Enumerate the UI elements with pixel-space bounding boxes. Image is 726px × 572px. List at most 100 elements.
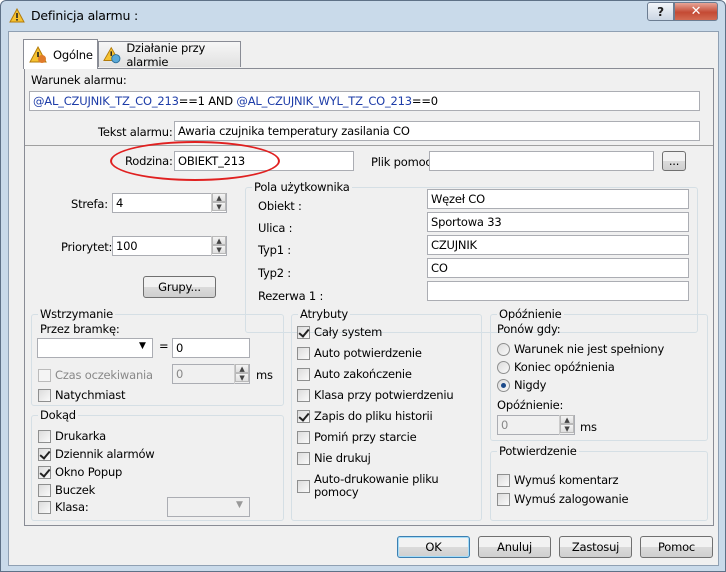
klasa-checkbox[interactable]: Klasa:: [38, 500, 89, 514]
tab-label: Działanie przy alarmie: [126, 40, 206, 69]
alarm-general-icon: [29, 45, 47, 63]
spin-up-icon[interactable]: ▲: [212, 193, 226, 202]
czas-oczekiwania-checkbox[interactable]: Czas oczekiwania: [38, 368, 153, 382]
koniec-opoznienia-radio[interactable]: Koniec opóźnienia: [497, 360, 615, 374]
bramka-value-input[interactable]: 0: [172, 338, 250, 358]
klasa-przy-potwierdzeniu-checkbox[interactable]: Klasa przy potwierdzeniu: [297, 388, 454, 402]
checkbox-label: Pomiń przy starcie: [314, 430, 417, 444]
ponow-label: Ponów gdy:: [497, 322, 561, 336]
ulica-input[interactable]: Sportowa 33: [427, 212, 689, 232]
strefa-spinner[interactable]: ▲ ▼: [211, 193, 226, 213]
spin-down-icon[interactable]: ▼: [235, 373, 249, 382]
spin-down-icon[interactable]: ▼: [212, 202, 226, 211]
checkbox-label: Nie drukuj: [314, 451, 371, 465]
wymus-komentarz-checkbox[interactable]: Wymuś komentarz: [497, 473, 618, 487]
spin-up-icon[interactable]: ▲: [560, 415, 574, 424]
checkbox-box[interactable]: [297, 346, 310, 360]
nie-drukuj-checkbox[interactable]: Nie drukuj: [297, 451, 371, 465]
spin-down-icon[interactable]: ▼: [560, 424, 574, 433]
spin-down-icon[interactable]: ▼: [212, 245, 226, 254]
caly-system-checkbox[interactable]: Cały system: [297, 325, 382, 339]
radio-circle[interactable]: [497, 378, 510, 392]
obiekt-label: Obiekt :: [258, 199, 302, 213]
pomoc-button[interactable]: Pomoc: [640, 536, 713, 558]
strefa-input[interactable]: 4: [112, 193, 227, 213]
spin-up-icon[interactable]: ▲: [235, 364, 249, 373]
buczek-checkbox[interactable]: Buczek: [38, 483, 95, 497]
bramka-select[interactable]: [37, 338, 153, 358]
group-title: Wstrzymanie: [38, 307, 116, 321]
checkbox-box[interactable]: [38, 483, 51, 497]
anuluj-button[interactable]: Anuluj: [478, 536, 551, 558]
warunek-variable: @AL_CZUJNIK_TZ_CO_213: [33, 94, 179, 108]
warunek-input[interactable]: @AL_CZUJNIK_TZ_CO_213==1 AND @AL_CZUJNIK…: [29, 91, 700, 111]
warunek-nie-spelniony-radio[interactable]: Warunek nie jest spełniony: [497, 342, 664, 356]
typ2-input[interactable]: CO: [427, 258, 689, 278]
checkbox-box[interactable]: [297, 479, 310, 493]
checkbox-box[interactable]: [38, 388, 51, 402]
checkbox-box[interactable]: [38, 429, 51, 443]
checkbox-label-line2: pomocy: [314, 485, 359, 499]
auto-zakonczenie-checkbox[interactable]: Auto zakończenie: [297, 367, 412, 381]
chevron-down-icon[interactable]: ▼: [139, 341, 146, 351]
auto-drukowanie-checkbox[interactable]: Auto-drukowanie pliku pomocy: [297, 473, 439, 499]
window-title: Definicja alarmu :: [31, 8, 138, 23]
checkbox-box[interactable]: [297, 430, 310, 444]
pomin-przy-starcie-checkbox[interactable]: Pomiń przy starcie: [297, 430, 417, 444]
dziennik-checkbox[interactable]: Dziennik alarmów: [38, 447, 155, 461]
natychmiast-checkbox[interactable]: Natychmiast: [38, 388, 126, 402]
plik-browse-button[interactable]: ...: [662, 151, 686, 171]
checkbox-box[interactable]: [297, 409, 310, 423]
checkbox-box[interactable]: [297, 388, 310, 402]
obiekt-input[interactable]: Węzeł CO: [427, 189, 689, 209]
checkbox-box[interactable]: [38, 465, 51, 479]
checkbox-box[interactable]: [497, 492, 510, 506]
warunek-operator: ==1 AND: [178, 94, 237, 108]
opoznienie-spinner[interactable]: ▲ ▼: [559, 415, 574, 435]
zapis-historii-checkbox[interactable]: Zapis do pliku historii: [297, 409, 433, 423]
checkbox-box[interactable]: [297, 451, 310, 465]
checkbox-label: Drukarka: [55, 429, 107, 443]
title-bar[interactable]: Definicja alarmu : ? ✕: [1, 1, 725, 31]
drukarka-checkbox[interactable]: Drukarka: [38, 429, 106, 443]
radio-label: Nigdy: [514, 378, 547, 392]
nigdy-radio[interactable]: Nigdy: [497, 378, 546, 392]
checkbox-label: Okno Popup: [55, 465, 123, 479]
plik-input[interactable]: [429, 151, 654, 171]
typ1-label: Typ1 :: [258, 243, 291, 257]
checkbox-box[interactable]: [297, 325, 310, 339]
ms-label: ms: [580, 420, 597, 434]
spin-up-icon[interactable]: ▲: [212, 236, 226, 245]
warunek-operator: ==0: [411, 94, 438, 108]
checkbox-label: Auto-drukowanie pliku pomocy: [314, 473, 439, 499]
priorytet-input[interactable]: 100: [112, 236, 227, 256]
okno-popup-checkbox[interactable]: Okno Popup: [38, 465, 122, 479]
checkbox-box[interactable]: [38, 447, 51, 461]
przez-bramke-label: Przez bramkę:: [40, 322, 120, 336]
checkbox-label: Zapis do pliku historii: [314, 409, 433, 423]
tab-ogolne[interactable]: Ogólne: [23, 39, 98, 69]
checkbox-label: Klasa przy potwierdzeniu: [314, 388, 454, 402]
auto-potwierdzenie-checkbox[interactable]: Auto potwierdzenie: [297, 346, 422, 360]
checkbox-box[interactable]: [297, 367, 310, 381]
typ1-input[interactable]: CZUJNIK: [427, 235, 689, 255]
wymus-zalogowanie-checkbox[interactable]: Wymuś zalogowanie: [497, 492, 629, 506]
tab-dzialanie[interactable]: Działanie przy alarmie: [98, 40, 241, 69]
help-button[interactable]: ?: [647, 2, 674, 21]
grupy-button[interactable]: Grupy...: [143, 276, 216, 298]
priorytet-spinner[interactable]: ▲ ▼: [211, 236, 226, 256]
tekst-input[interactable]: Awaria czujnika temperatury zasilania CO: [174, 121, 700, 141]
radio-circle[interactable]: [497, 360, 510, 374]
radio-circle[interactable]: [497, 342, 510, 356]
checkbox-box[interactable]: [38, 368, 51, 382]
ok-button[interactable]: OK: [397, 536, 470, 558]
checkbox-label: Cały system: [314, 325, 383, 339]
close-button[interactable]: ✕: [674, 2, 718, 21]
checkbox-box[interactable]: [38, 500, 51, 514]
group-title: Atrybuty: [298, 307, 351, 321]
checkbox-box[interactable]: [497, 473, 510, 487]
rezerwa1-input[interactable]: [427, 281, 689, 301]
zastosuj-button[interactable]: Zastosuj: [559, 536, 632, 558]
chevron-down-icon[interactable]: ▼: [236, 500, 243, 510]
czas-spinner[interactable]: ▲ ▼: [234, 364, 249, 384]
